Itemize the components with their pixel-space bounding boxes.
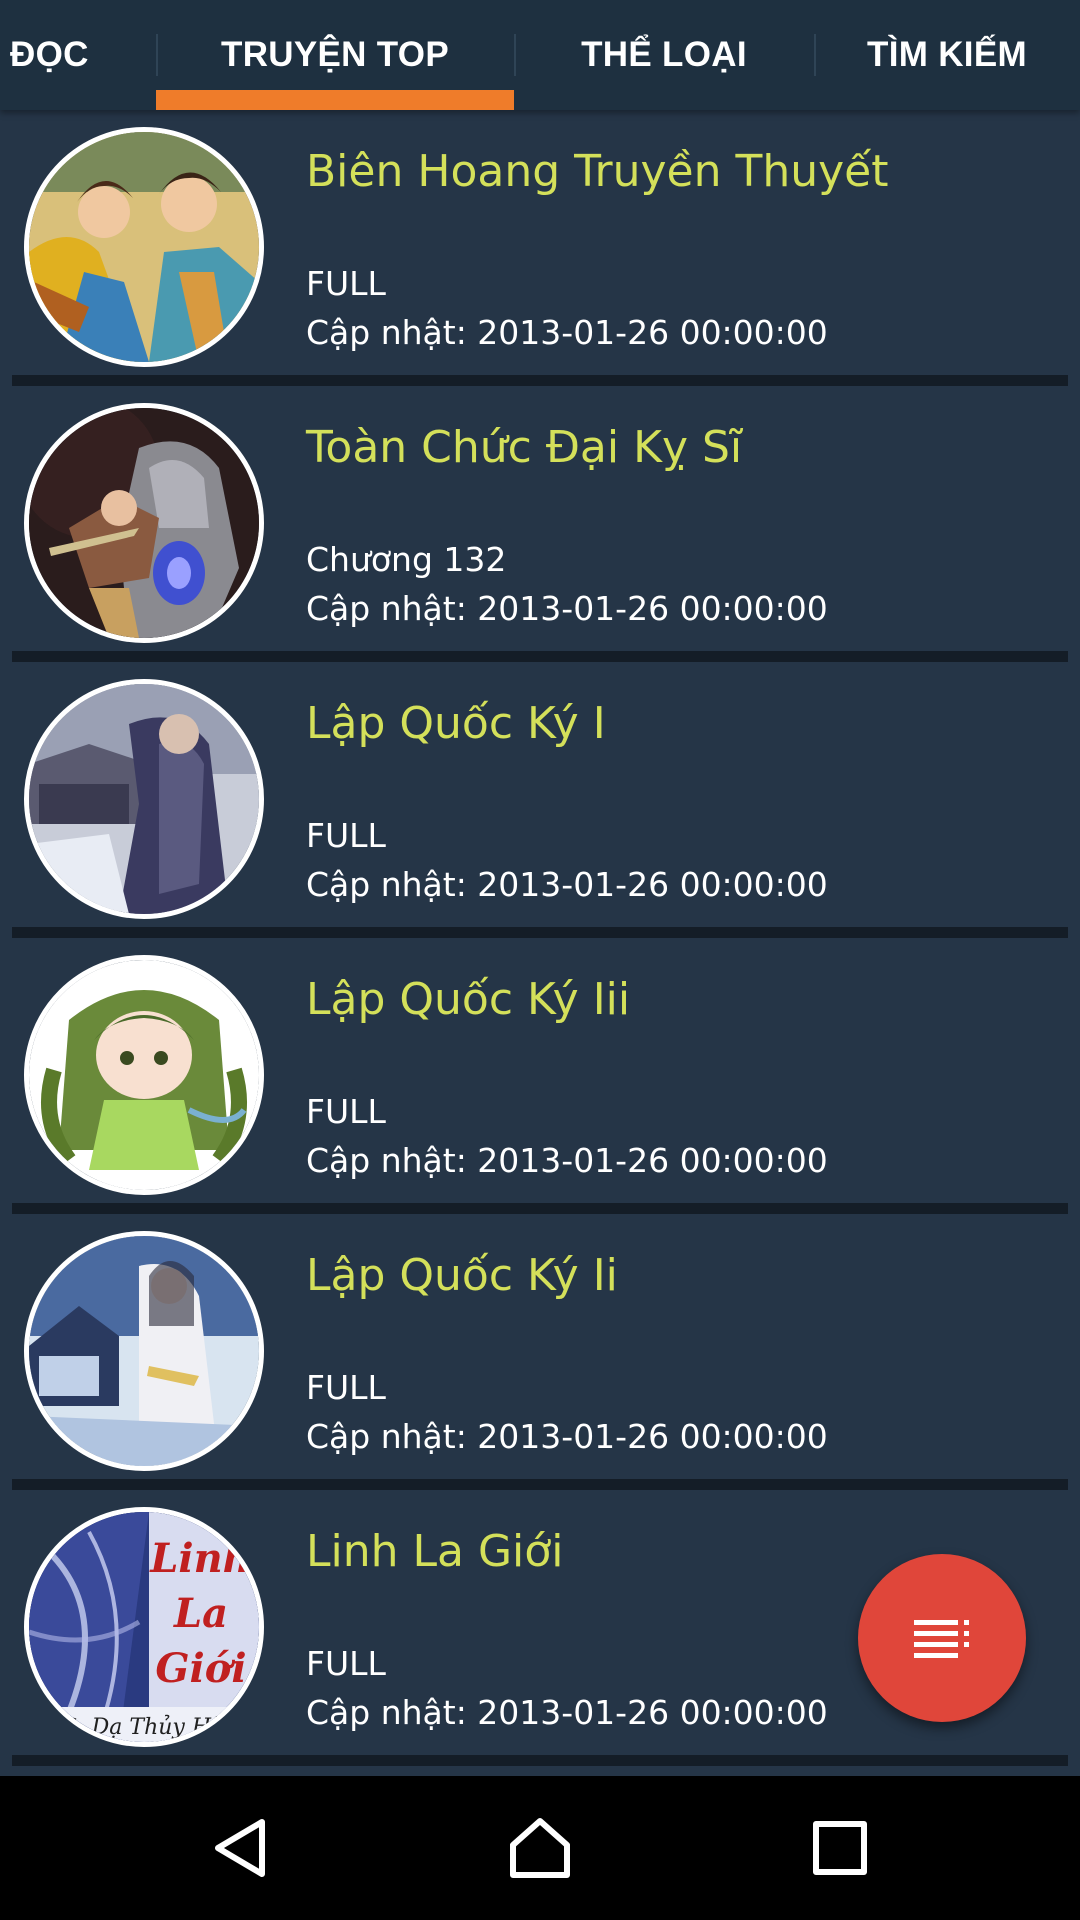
story-title: Biên Hoang Truyền Thuyết xyxy=(306,146,889,197)
story-item[interactable]: Toàn Chức Đại Kỵ Sĩ Chương 132 Cập nhật:… xyxy=(12,386,1068,662)
story-title: Lập Quốc Ký I xyxy=(306,698,606,749)
story-updated: Cập nhật: 2013-01-26 00:00:00 xyxy=(306,1693,828,1732)
recents-button[interactable] xyxy=(790,1798,890,1898)
row-divider xyxy=(12,1755,1068,1766)
story-status: FULL xyxy=(306,1368,386,1407)
tab-doc[interactable]: ĐỌC xyxy=(0,0,156,110)
story-updated: Cập nhật: 2013-01-26 00:00:00 xyxy=(306,1141,828,1180)
row-divider xyxy=(12,1203,1068,1214)
tab-the-loai[interactable]: THỂ LOẠI xyxy=(514,0,814,110)
home-button[interactable] xyxy=(490,1798,590,1898)
cover-title-line: Linh xyxy=(149,1535,251,1582)
story-title: Toàn Chức Đại Kỵ Sĩ xyxy=(306,422,743,473)
home-icon xyxy=(510,1818,570,1878)
cover-author: TG: Dạ Thủy Hàn xyxy=(45,1714,238,1740)
row-divider xyxy=(12,1479,1068,1490)
back-icon xyxy=(215,1819,265,1877)
tab-bar: ĐỌC TRUYỆN TOP THỂ LOẠI TÌM KIẾM xyxy=(0,0,1080,110)
cover-title-line: Giới xyxy=(155,1645,246,1692)
story-title: Lập Quốc Ký Iii xyxy=(306,974,631,1025)
story-updated: Cập nhật: 2013-01-26 00:00:00 xyxy=(306,1417,828,1456)
story-list: Biên Hoang Truyền Thuyết FULL Cập nhật: … xyxy=(12,110,1068,1766)
story-cover xyxy=(24,1231,264,1471)
story-item[interactable]: Lập Quốc Ký Ii FULL Cập nhật: 2013-01-26… xyxy=(12,1214,1068,1490)
cover-title-line: La xyxy=(173,1590,228,1637)
story-cover xyxy=(24,955,264,1195)
story-title: Lập Quốc Ký Ii xyxy=(306,1250,618,1301)
story-status: Chương 132 xyxy=(306,540,507,579)
story-status: FULL xyxy=(306,264,386,303)
story-item[interactable]: Lập Quốc Ký I FULL Cập nhật: 2013-01-26 … xyxy=(12,662,1068,938)
fab-menu-button[interactable] xyxy=(858,1554,1026,1722)
story-status: FULL xyxy=(306,816,386,855)
recents-icon xyxy=(813,1821,867,1875)
system-nav-bar xyxy=(0,1776,1080,1920)
story-updated: Cập nhật: 2013-01-26 00:00:00 xyxy=(306,589,828,628)
story-updated: Cập nhật: 2013-01-26 00:00:00 xyxy=(306,865,828,904)
active-tab-indicator xyxy=(156,90,514,110)
story-item[interactable]: Biên Hoang Truyền Thuyết FULL Cập nhật: … xyxy=(12,110,1068,386)
back-button[interactable] xyxy=(190,1798,290,1898)
row-divider xyxy=(12,927,1068,938)
row-divider xyxy=(12,375,1068,386)
story-item[interactable]: Lập Quốc Ký Iii FULL Cập nhật: 2013-01-2… xyxy=(12,938,1068,1214)
story-cover xyxy=(24,403,264,643)
story-updated: Cập nhật: 2013-01-26 00:00:00 xyxy=(306,313,828,352)
row-divider xyxy=(12,651,1068,662)
story-cover xyxy=(24,127,264,367)
story-cover xyxy=(24,679,264,919)
tab-tim-kiem[interactable]: TÌM KIẾM xyxy=(814,0,1080,110)
story-title: Linh La Giới xyxy=(306,1526,564,1577)
story-status: FULL xyxy=(306,1092,386,1131)
story-cover: Linh La Giới TG: Dạ Thủy Hàn xyxy=(24,1507,264,1747)
story-status: FULL xyxy=(306,1644,386,1683)
playlist-icon xyxy=(914,1620,969,1658)
